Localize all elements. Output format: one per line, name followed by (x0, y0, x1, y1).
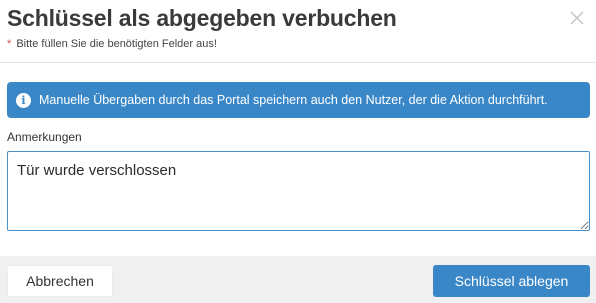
close-icon (570, 11, 584, 25)
notes-label: Anmerkungen (7, 130, 82, 144)
required-note-text: Bitte füllen Sie die benötigten Felder a… (16, 38, 217, 50)
submit-button[interactable]: Schlüssel ablegen (433, 265, 590, 297)
cancel-button[interactable]: Abbrechen (7, 265, 113, 297)
close-button[interactable] (568, 9, 586, 27)
info-message: Manuelle Übergaben durch das Portal spei… (39, 93, 548, 107)
info-alert: i Manuelle Übergaben durch das Portal sp… (7, 82, 590, 118)
dialog-title: Schlüssel als abgegeben verbuchen (7, 5, 397, 31)
info-icon: i (16, 92, 31, 108)
required-fields-note: * Bitte füllen Sie die benötigten Felder… (7, 38, 217, 50)
dialog-footer: Abbrechen Schlüssel ablegen (0, 256, 596, 303)
dialog-header: Schlüssel als abgegeben verbuchen * Bitt… (0, 0, 596, 63)
notes-textarea[interactable] (7, 151, 590, 231)
required-star: * (7, 38, 12, 50)
dialog: Schlüssel als abgegeben verbuchen * Bitt… (0, 0, 596, 303)
